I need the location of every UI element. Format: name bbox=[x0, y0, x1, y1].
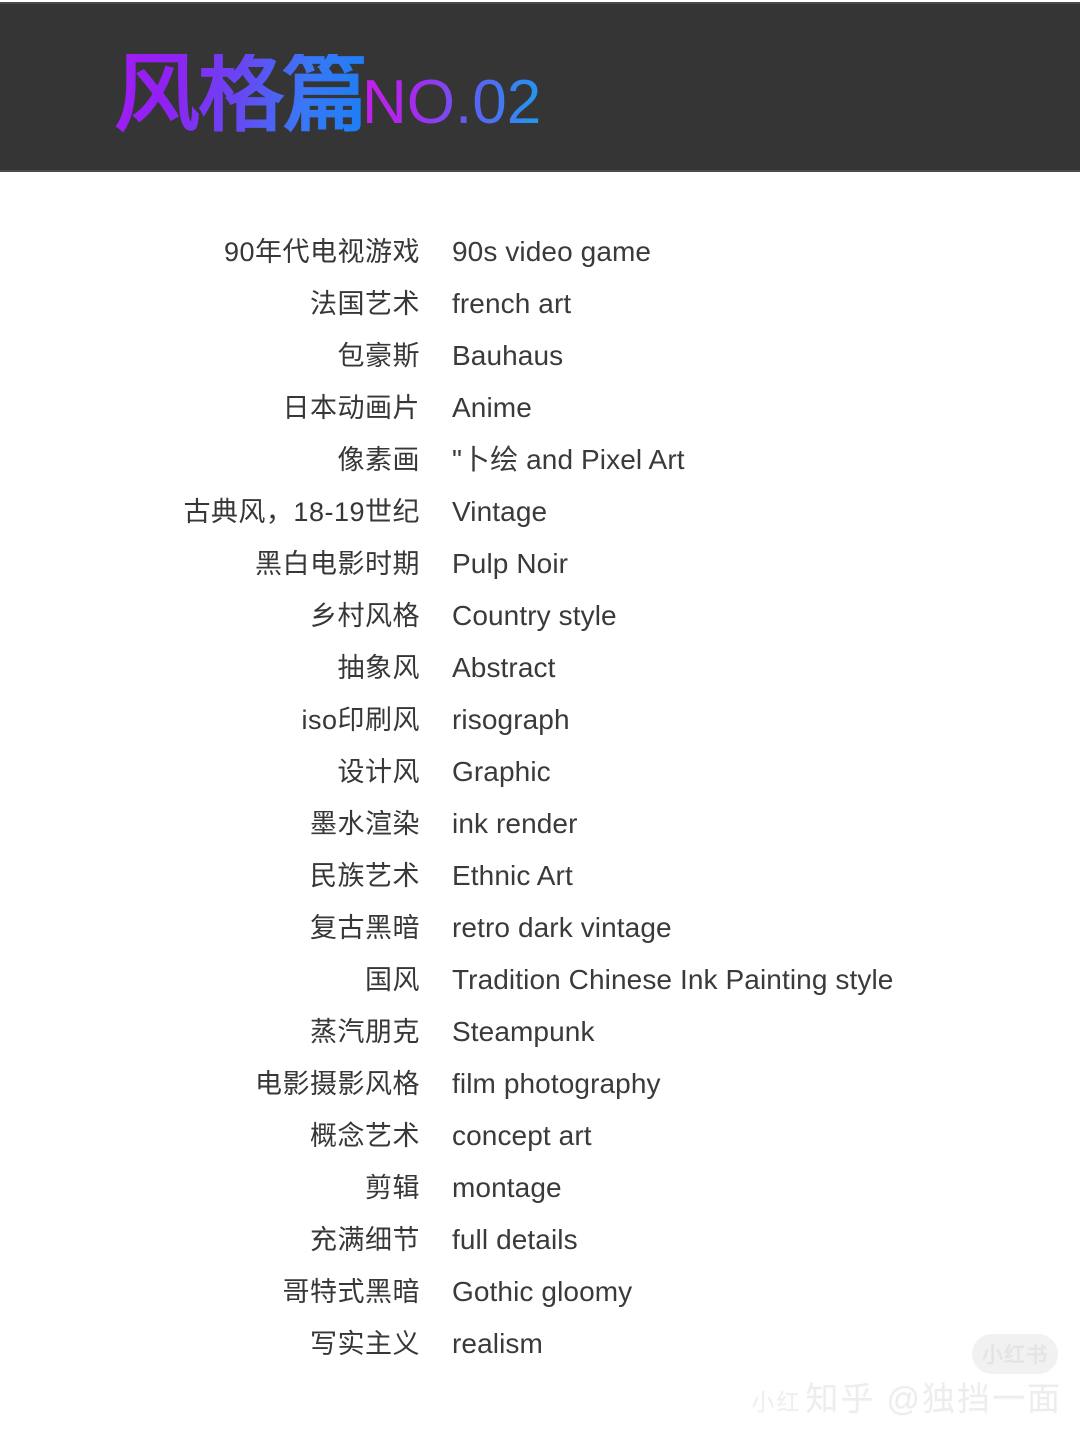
term-chinese: 复古黑暗 bbox=[310, 913, 420, 943]
watermark-handle: @独挡一面 bbox=[886, 1380, 1062, 1417]
table-row: 写实主义 realism bbox=[0, 1322, 1080, 1374]
xiaohongshu-watermark-badge: 小红书 bbox=[972, 1334, 1058, 1374]
table-row: 剪辑 montage bbox=[0, 1166, 1080, 1218]
term-chinese: iso印刷风 bbox=[301, 705, 420, 735]
term-chinese: 抽象风 bbox=[337, 653, 420, 683]
table-row: 国风 Tradition Chinese Ink Painting style bbox=[0, 958, 1080, 1010]
term-english: Graphic bbox=[452, 756, 551, 787]
term-english: Gothic gloomy bbox=[452, 1276, 633, 1307]
watermark-attribution: 小红 知乎 @独挡一面 bbox=[751, 1372, 1062, 1420]
term-english: Steampunk bbox=[452, 1016, 595, 1047]
term-chinese: 概念艺术 bbox=[310, 1121, 420, 1151]
term-chinese: 乡村风格 bbox=[310, 601, 420, 631]
table-row: 乡村风格 Country style bbox=[0, 594, 1080, 646]
table-row: 概念艺术 concept art bbox=[0, 1114, 1080, 1166]
term-english: risograph bbox=[452, 704, 570, 735]
table-row: 哥特式黑暗 Gothic gloomy bbox=[0, 1270, 1080, 1322]
table-row: 墨水渲染 ink render bbox=[0, 802, 1080, 854]
table-row: iso印刷风 risograph bbox=[0, 698, 1080, 750]
term-english: Ethnic Art bbox=[452, 860, 573, 891]
term-english: "卜绘 and Pixel Art bbox=[452, 444, 685, 475]
term-chinese: 充满细节 bbox=[310, 1225, 420, 1255]
term-chinese: 民族艺术 bbox=[310, 861, 420, 891]
table-row: 黑白电影时期 Pulp Noir bbox=[0, 542, 1080, 594]
term-english: Tradition Chinese Ink Painting style bbox=[452, 964, 894, 995]
table-row: 像素画 "卜绘 and Pixel Art bbox=[0, 438, 1080, 490]
term-chinese: 法国艺术 bbox=[310, 289, 420, 319]
term-english: french art bbox=[452, 288, 572, 319]
term-chinese: 哥特式黑暗 bbox=[282, 1277, 420, 1307]
page-title-cn: 风格篇 bbox=[114, 46, 368, 143]
table-row: 90年代电视游戏 90s video game bbox=[0, 230, 1080, 282]
term-chinese: 包豪斯 bbox=[337, 341, 420, 371]
table-row: 古典风，18-19世纪 Vintage bbox=[0, 490, 1080, 542]
table-row: 充满细节 full details bbox=[0, 1218, 1080, 1270]
term-english: Anime bbox=[452, 392, 532, 423]
page-title-number: NO.02 bbox=[362, 68, 542, 138]
term-english: realism bbox=[452, 1328, 543, 1359]
term-english: retro dark vintage bbox=[452, 912, 672, 943]
table-row: 法国艺术 french art bbox=[0, 282, 1080, 334]
watermark-prefix: 小红 bbox=[751, 1389, 802, 1415]
watermark-platform: 知乎 bbox=[805, 1380, 876, 1417]
term-chinese: 墨水渲染 bbox=[310, 809, 420, 839]
table-row: 日本动画片 Anime bbox=[0, 386, 1080, 438]
term-english: Bauhaus bbox=[452, 340, 564, 371]
table-row: 民族艺术 Ethnic Art bbox=[0, 854, 1080, 906]
term-english: Vintage bbox=[452, 496, 548, 527]
table-row: 复古黑暗 retro dark vintage bbox=[0, 906, 1080, 958]
header-banner: 风格篇 NO.02 bbox=[0, 2, 1080, 172]
term-chinese: 像素画 bbox=[337, 445, 420, 475]
term-chinese: 电影摄影风格 bbox=[255, 1069, 420, 1099]
table-row: 蒸汽朋克 Steampunk bbox=[0, 1010, 1080, 1062]
term-chinese: 90年代电视游戏 bbox=[223, 237, 420, 267]
table-row: 电影摄影风格 film photography bbox=[0, 1062, 1080, 1114]
term-chinese: 黑白电影时期 bbox=[255, 549, 420, 579]
term-english: film photography bbox=[452, 1068, 661, 1099]
term-english: Pulp Noir bbox=[452, 548, 569, 579]
style-term-table: 90年代电视游戏 90s video game 法国艺术 french art 包豪斯 B… bbox=[0, 230, 1080, 1374]
term-chinese: 古典风，18-19世纪 bbox=[183, 497, 420, 527]
header-title-group: 风格篇 NO.02 bbox=[114, 46, 542, 143]
term-english: Abstract bbox=[452, 652, 556, 683]
term-english: montage bbox=[452, 1172, 562, 1203]
table-row: 设计风 Graphic bbox=[0, 750, 1080, 802]
term-chinese: 剪辑 bbox=[365, 1173, 420, 1203]
term-chinese: 国风 bbox=[365, 965, 420, 995]
table-row: 包豪斯 Bauhaus bbox=[0, 334, 1080, 386]
term-chinese: 蒸汽朋克 bbox=[310, 1017, 420, 1047]
term-english: concept art bbox=[452, 1120, 592, 1151]
term-english: 90s video game bbox=[452, 236, 652, 267]
term-chinese: 写实主义 bbox=[310, 1329, 420, 1359]
table-row: 抽象风 Abstract bbox=[0, 646, 1080, 698]
term-english: ink render bbox=[452, 808, 578, 839]
term-chinese: 日本动画片 bbox=[282, 393, 420, 423]
term-chinese: 设计风 bbox=[337, 757, 420, 787]
term-english: full details bbox=[452, 1224, 578, 1255]
term-english: Country style bbox=[452, 600, 617, 631]
